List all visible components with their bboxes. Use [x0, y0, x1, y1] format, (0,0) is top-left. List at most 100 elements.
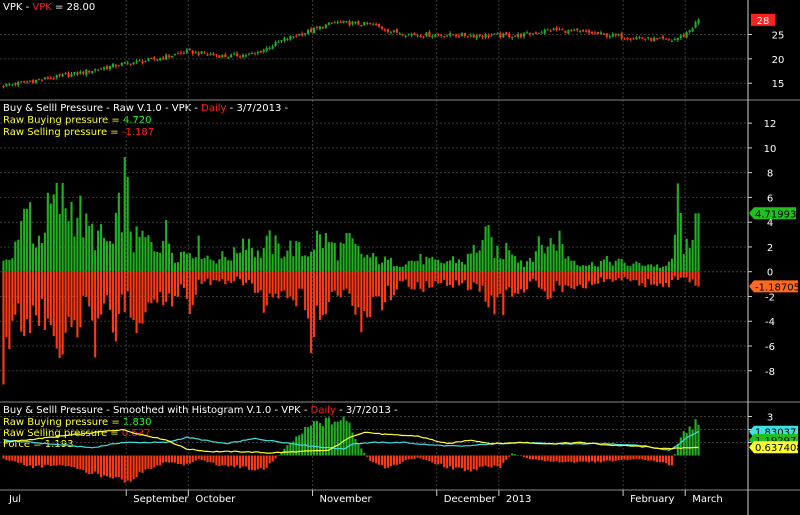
candle-body — [650, 37, 653, 41]
sell-pressure-bar — [472, 271, 475, 283]
force-histogram-bar — [573, 455, 576, 463]
sell-pressure-bar — [389, 271, 392, 301]
smooth-title-date: - 3/7/2013 - — [335, 405, 398, 416]
candle-body — [144, 60, 147, 62]
buy-pressure-bar — [661, 266, 665, 272]
candle-body — [410, 34, 413, 36]
buy-pressure-bar — [454, 262, 458, 272]
candle-body — [73, 72, 76, 75]
smooth-y-tick-label: 1 — [767, 439, 773, 450]
force-histogram-bar — [209, 455, 212, 463]
sell-pressure-bar — [126, 271, 129, 292]
sell-pressure-bar — [37, 271, 41, 326]
buy-pressure-bar — [182, 251, 185, 272]
candle-body — [543, 29, 546, 34]
candle-body — [659, 37, 662, 39]
force-histogram-bar — [632, 455, 635, 460]
buy-pressure-bar — [105, 241, 109, 272]
sell-pressure-bar — [17, 271, 20, 304]
buy-pressure-bar — [425, 256, 428, 272]
sell-pressure-bar — [239, 271, 242, 280]
buy-pressure-bar — [478, 250, 481, 272]
force-histogram-bar — [561, 455, 564, 463]
x-tick-label: March — [692, 494, 722, 505]
sell-pressure-bar — [383, 271, 387, 303]
sell-pressure-bar — [564, 271, 567, 286]
candle-body — [5, 84, 8, 87]
sell-pressure-bar — [644, 271, 647, 288]
sell-pressure-bar — [5, 271, 8, 338]
force-histogram-bar — [511, 453, 514, 456]
force-histogram-bar — [230, 455, 233, 466]
force-histogram-bar — [490, 455, 493, 468]
buy-pressure-bar — [656, 264, 659, 272]
sell-pressure-bar — [484, 271, 487, 302]
force-histogram-bar — [274, 455, 277, 459]
force-histogram-bar — [212, 455, 215, 463]
candle-body — [369, 23, 372, 25]
raw-title-period: Daily — [201, 103, 227, 114]
smooth-sell-badge-text: 0.637408 — [755, 443, 800, 454]
force-histogram-bar — [218, 455, 221, 467]
buy-pressure-bar — [239, 252, 242, 272]
candle-body — [537, 32, 540, 34]
sell-pressure-bar — [230, 271, 233, 283]
force-histogram-bar — [653, 455, 656, 461]
candle-body — [437, 34, 440, 36]
candle-body — [274, 41, 277, 47]
force-histogram-bar — [49, 455, 52, 467]
force-histogram-bar — [428, 455, 431, 462]
buy-pressure-bar — [265, 235, 268, 272]
force-histogram-bar — [37, 455, 41, 466]
candle-body — [685, 32, 688, 38]
candle-body — [105, 66, 109, 69]
sell-pressure-bar — [52, 271, 55, 337]
x-tick-label: 2013 — [506, 494, 531, 505]
candle-body — [156, 59, 159, 61]
sell-pressure-bar — [105, 271, 109, 296]
buy-pressure-bar — [593, 266, 597, 272]
sell-pressure-bar — [446, 271, 449, 286]
buy-pressure-bar — [611, 265, 614, 272]
sell-pressure-bar — [664, 271, 668, 283]
buy-pressure-bar — [487, 225, 490, 272]
candle-body — [97, 69, 100, 71]
sell-pressure-bar — [656, 271, 659, 286]
sell-pressure-bar — [117, 271, 120, 314]
sell-pressure-bar — [552, 271, 555, 292]
sell-pressure-bar — [244, 271, 248, 283]
sell-pressure-bar — [366, 271, 369, 318]
sell-pressure-bar — [153, 271, 156, 300]
force-histogram-bar — [135, 455, 138, 478]
smooth-force-label: Force = — [3, 439, 45, 450]
sell-pressure-bar — [165, 271, 168, 303]
buy-pressure-bar — [416, 260, 419, 272]
buy-pressure-bar — [336, 260, 339, 272]
sell-pressure-bar — [558, 271, 561, 286]
force-histogram-bar — [679, 437, 682, 456]
candle-body — [153, 57, 156, 60]
force-histogram-bar — [277, 455, 280, 456]
buy-pressure-bar — [339, 242, 342, 272]
force-histogram-bar — [617, 455, 620, 461]
sell-pressure-bar — [194, 271, 197, 295]
candle-body — [611, 33, 614, 37]
buy-pressure-bar — [605, 255, 608, 272]
buy-pressure-bar — [685, 238, 688, 272]
candle-body — [525, 32, 529, 34]
force-histogram-bar — [481, 455, 484, 467]
candle-body — [449, 33, 452, 36]
buy-pressure-bar — [404, 264, 407, 272]
force-histogram-bar — [440, 455, 443, 464]
candle-body — [667, 38, 671, 40]
sell-pressure-bar — [354, 271, 357, 315]
buy-pressure-bar — [230, 260, 233, 272]
force-histogram-bar — [487, 455, 490, 467]
sell-pressure-bar — [188, 271, 191, 314]
force-histogram-bar — [549, 455, 552, 462]
candle-body — [682, 34, 685, 37]
candle-body — [354, 21, 357, 24]
force-histogram-bar — [336, 421, 339, 456]
force-histogram-bar — [670, 455, 673, 466]
candle-body — [206, 54, 209, 56]
